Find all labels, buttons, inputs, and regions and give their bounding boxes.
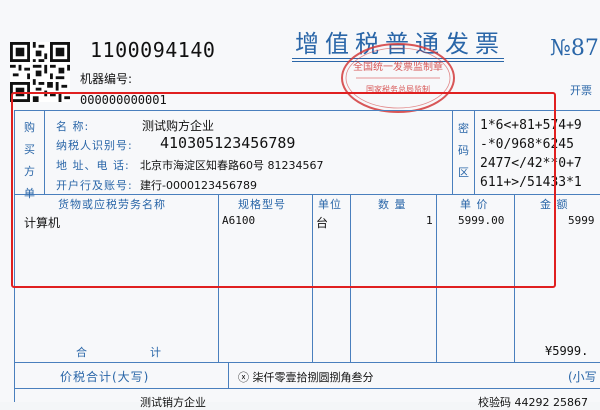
total-lowercase-label: (小写 <box>568 370 597 384</box>
total-amount: ¥5999. <box>545 344 589 358</box>
invoice: 1100094140 机器编号: 000000000001 增值税普通发票 全国… <box>0 0 600 409</box>
total-uppercase-value: ⓧ 柒仟零壹拾捌圆捌角叁分 <box>238 371 374 384</box>
seller-name: 测试销方企业 <box>140 396 206 409</box>
issue-date-label: 开票 <box>570 84 592 97</box>
svg-text:全国统一发票监制章: 全国统一发票监制章 <box>353 60 443 73</box>
total-uppercase-label: 价税合计(大写) <box>60 370 150 384</box>
check-code: 校验码 44292 25867 <box>478 396 588 409</box>
machine-label: 机器编号: <box>80 72 133 86</box>
grid-line <box>228 362 229 388</box>
grid-line <box>14 388 600 389</box>
total-label-he: 合 <box>76 346 87 359</box>
invoice-number: №87 <box>550 36 599 61</box>
item-amount: 5999 <box>568 214 595 227</box>
invoice-code: 1100094140 <box>90 38 216 62</box>
grid-line <box>14 362 600 363</box>
total-label-ji: 计 <box>150 346 161 359</box>
highlight-box <box>11 92 556 288</box>
